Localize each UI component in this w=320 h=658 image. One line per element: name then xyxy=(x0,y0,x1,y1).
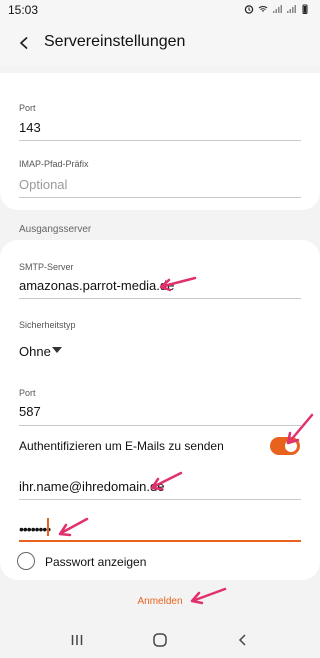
annotation-arrow-icon xyxy=(190,587,227,605)
battery-icon xyxy=(302,4,308,14)
password-underline xyxy=(19,540,301,542)
outgoing-port-underline xyxy=(19,425,301,426)
outgoing-section-label: Ausgangsserver xyxy=(19,224,92,235)
wifi-icon xyxy=(258,6,268,12)
nav-back-icon xyxy=(238,634,246,646)
security-type-label: Sicherheitstyp xyxy=(19,320,76,330)
show-password-radio[interactable] xyxy=(17,552,35,570)
incoming-port-label: Port xyxy=(19,103,36,113)
annotation-arrow-icon xyxy=(286,413,314,445)
password-input[interactable]: •••••••• xyxy=(19,521,51,537)
status-time: 15:03 xyxy=(8,3,39,17)
outgoing-port-input[interactable]: 587 xyxy=(19,404,41,419)
imap-prefix-label: IMAP-Pfad-Präfix xyxy=(19,159,89,169)
smtp-server-label: SMTP-Server xyxy=(19,262,74,272)
navigation-bar xyxy=(0,622,320,658)
auth-toggle-label: Authentifizieren um E-Mails zu senden xyxy=(19,439,224,453)
home-icon xyxy=(153,633,167,647)
smtp-server-underline xyxy=(19,298,301,299)
annotation-arrow-icon xyxy=(159,276,197,292)
alarm-icon xyxy=(244,5,254,14)
incoming-port-underline xyxy=(19,140,301,141)
status-icons xyxy=(244,4,310,14)
annotation-arrow-icon xyxy=(150,471,183,491)
outgoing-port-label: Port xyxy=(19,388,36,398)
app-header: Servereinstellungen xyxy=(0,20,320,66)
login-button[interactable]: Anmelden xyxy=(0,596,320,607)
username-underline xyxy=(19,499,301,500)
page-title: Servereinstellungen xyxy=(44,33,186,50)
imap-prefix-input[interactable]: Optional xyxy=(19,177,67,192)
recents-icon xyxy=(71,635,83,645)
incoming-port-input[interactable]: 143 xyxy=(19,120,41,135)
recents-button[interactable] xyxy=(67,630,87,650)
nav-back-button[interactable] xyxy=(233,630,253,650)
imap-prefix-underline xyxy=(19,197,301,198)
back-button[interactable] xyxy=(12,31,36,55)
dropdown-arrow-icon[interactable] xyxy=(52,347,62,353)
signal-icon-2 xyxy=(287,5,296,13)
text-cursor xyxy=(47,518,49,536)
show-password-label[interactable]: Passwort anzeigen xyxy=(45,555,146,569)
username-input[interactable]: ihr.name@ihredomain.de xyxy=(19,479,164,494)
status-bar: 15:03 xyxy=(0,0,320,20)
smtp-server-input[interactable]: amazonas.parrot-media.de xyxy=(19,278,174,293)
security-type-select[interactable]: Ohne xyxy=(19,344,51,359)
signal-icon xyxy=(273,5,282,13)
back-arrow-icon xyxy=(20,37,28,49)
annotation-arrow-icon xyxy=(58,517,89,537)
home-button[interactable] xyxy=(150,630,170,650)
